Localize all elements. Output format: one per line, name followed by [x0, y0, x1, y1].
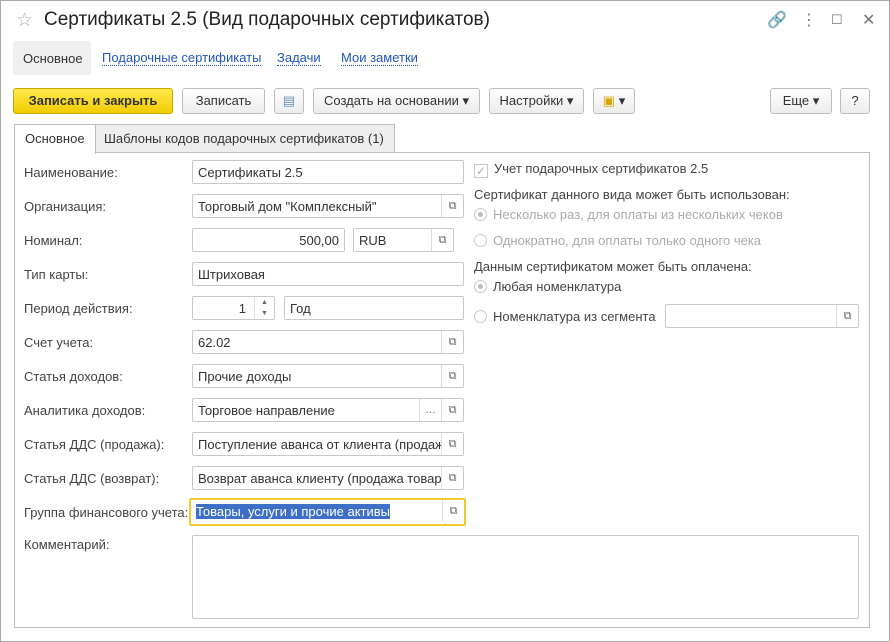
- usage-label: Сертификат данного вида может быть испол…: [474, 187, 790, 202]
- radio-icon: [474, 310, 487, 323]
- card-type-input[interactable]: Штриховая: [192, 262, 464, 286]
- maximize-icon[interactable]: ☐: [831, 12, 843, 28]
- account-label: Счет учета:: [24, 335, 94, 350]
- name-input[interactable]: Сертификаты 2.5: [192, 160, 464, 184]
- income-input[interactable]: Прочие доходы ⧉: [192, 364, 464, 388]
- income-analytics-label: Аналитика доходов:: [24, 403, 146, 418]
- dds-sale-input[interactable]: Поступление аванса от клиента (продаж ⧉: [192, 432, 464, 456]
- nav-gift-certificates[interactable]: Подарочные сертификаты: [102, 51, 262, 66]
- tab-code-templates[interactable]: Шаблоны кодов подарочных сертификатов (1…: [93, 124, 395, 153]
- help-button[interactable]: ?: [840, 88, 870, 114]
- save-and-close-button[interactable]: Записать и закрыть: [13, 88, 173, 114]
- period-label: Период действия:: [24, 301, 133, 316]
- org-label: Организация:: [24, 199, 107, 214]
- dds-sale-label: Статья ДДС (продажа):: [24, 437, 165, 452]
- usage-radio-multiple[interactable]: Несколько раз, для оплаты из нескольких …: [474, 207, 783, 222]
- card-type-label: Тип карты:: [24, 267, 89, 282]
- create-based-on-button[interactable]: Создать на основании ▾: [313, 88, 480, 114]
- more-button[interactable]: Еще ▾: [770, 88, 832, 114]
- checkmark-icon: ✓: [474, 164, 488, 178]
- select-ellipsis-icon[interactable]: …: [419, 399, 441, 421]
- accounting-checkbox[interactable]: ✓ Учет подарочных сертификатов 2.5: [474, 161, 708, 178]
- open-icon[interactable]: ⧉: [441, 365, 463, 387]
- close-icon[interactable]: ✕: [862, 10, 875, 30]
- fin-group-label: Группа финансового учета:: [24, 505, 189, 520]
- org-input[interactable]: Торговый дом "Комплексный" ⧉: [192, 194, 464, 218]
- account-input[interactable]: 62.02 ⧉: [192, 330, 464, 354]
- report-menu-button[interactable]: ▣ ▾: [593, 88, 635, 114]
- link-icon[interactable]: 🔗: [767, 10, 787, 30]
- income-analytics-input[interactable]: Торговое направление… ⧉: [192, 398, 464, 422]
- radio-icon: [474, 234, 487, 247]
- open-icon[interactable]: ⧉: [441, 399, 463, 421]
- nav-my-notes[interactable]: Мои заметки: [341, 51, 418, 66]
- radio-selected-icon: [474, 280, 487, 293]
- pay-label: Данным сертификатом может быть оплачена:: [474, 259, 752, 274]
- open-icon[interactable]: ⧉: [431, 229, 453, 251]
- usage-radio-once[interactable]: Однократно, для оплаты только одного чек…: [474, 233, 761, 248]
- fin-group-input[interactable]: Товары, услуги и прочие активы ⧉: [189, 498, 466, 526]
- save-button[interactable]: Записать: [182, 88, 265, 114]
- name-label: Наименование:: [24, 165, 118, 180]
- open-icon[interactable]: ⧉: [836, 305, 858, 327]
- open-icon[interactable]: ⧉: [441, 331, 463, 353]
- nav-main[interactable]: Основное: [13, 41, 91, 75]
- pay-radio-segment[interactable]: Номенклатура из сегмента: [474, 309, 656, 324]
- income-label: Статья доходов:: [24, 369, 123, 384]
- document-list-icon[interactable]: ▤: [274, 88, 304, 114]
- more-menu-icon[interactable]: ⋮: [801, 10, 817, 30]
- period-input[interactable]: 1 ▲ ▼: [192, 296, 275, 320]
- comment-label: Комментарий:: [24, 537, 110, 552]
- settings-button[interactable]: Настройки ▾: [489, 88, 584, 114]
- window-title: Сертификаты 2.5 (Вид подарочных сертифик…: [44, 9, 490, 30]
- open-icon[interactable]: ⧉: [441, 433, 463, 455]
- nav-tasks[interactable]: Задачи: [277, 51, 321, 66]
- currency-input[interactable]: RUB ⧉: [353, 228, 454, 252]
- favorite-star-icon[interactable]: ☆: [16, 9, 33, 32]
- comment-textarea[interactable]: [192, 535, 859, 619]
- tab-main[interactable]: Основное: [14, 124, 96, 154]
- dds-return-input[interactable]: Возврат аванса клиенту (продажа товар ⧉: [192, 466, 464, 490]
- open-icon[interactable]: ⧉: [441, 467, 463, 489]
- nominal-input[interactable]: 500,00: [192, 228, 345, 252]
- open-icon[interactable]: ⧉: [441, 195, 463, 217]
- pay-radio-any[interactable]: Любая номенклатура: [474, 279, 621, 294]
- radio-selected-icon: [474, 208, 487, 221]
- period-stepper[interactable]: ▲ ▼: [254, 297, 274, 319]
- report-icon: ▣: [602, 93, 616, 108]
- open-icon[interactable]: ⧉: [442, 500, 464, 522]
- period-unit-input[interactable]: Год: [284, 296, 464, 320]
- segment-input[interactable]: ⧉: [665, 304, 859, 328]
- dds-return-label: Статья ДДС (возврат):: [24, 471, 160, 486]
- nominal-label: Номинал:: [24, 233, 83, 248]
